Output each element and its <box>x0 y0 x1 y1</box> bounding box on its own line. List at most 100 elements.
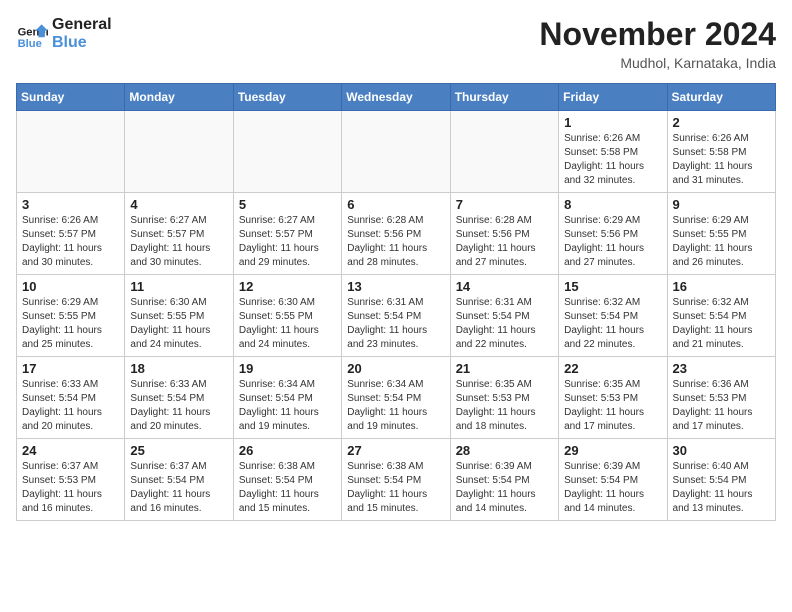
calendar-cell: 4 Sunrise: 6:27 AMSunset: 5:57 PMDaylight… <box>125 193 233 275</box>
calendar-cell: 21 Sunrise: 6:35 AMSunset: 5:53 PMDayligh… <box>450 357 558 439</box>
calendar-cell: 27 Sunrise: 6:38 AMSunset: 5:54 PMDayligh… <box>342 439 450 521</box>
calendar-cell <box>125 111 233 193</box>
cell-info: Sunrise: 6:31 AMSunset: 5:54 PMDaylight:… <box>347 296 444 352</box>
cell-info: Sunrise: 6:37 AMSunset: 5:54 PMDaylight:… <box>130 460 227 516</box>
day-number: 1 <box>564 115 661 130</box>
title-block: November 2024 Mudhol, Karnataka, India <box>539 16 776 71</box>
day-number: 13 <box>347 279 444 294</box>
page-header: General Blue General Blue November 2024 … <box>16 16 776 71</box>
calendar-cell: 8 Sunrise: 6:29 AMSunset: 5:56 PMDaylight… <box>559 193 667 275</box>
logo-general: General <box>52 16 112 34</box>
calendar-cell: 3Sunrise: 6:26 AMSunset: 5:57 PMDaylight… <box>17 193 125 275</box>
calendar-cell <box>17 111 125 193</box>
calendar-cell: 7Sunrise: 6:28 AMSunset: 5:56 PMDaylight… <box>450 193 558 275</box>
cell-info: Sunrise: 6:35 AMSunset: 5:53 PMDaylight:… <box>564 378 661 434</box>
day-number: 10 <box>22 279 119 294</box>
calendar-cell: 20 Sunrise: 6:34 AMSunset: 5:54 PMDayligh… <box>342 357 450 439</box>
day-number: 17 <box>22 361 119 376</box>
calendar-cell: 22 Sunrise: 6:35 AMSunset: 5:53 PMDayligh… <box>559 357 667 439</box>
day-number: 18 <box>130 361 227 376</box>
calendar-cell: 14 Sunrise: 6:31 AMSunset: 5:54 PMDayligh… <box>450 275 558 357</box>
logo-blue: Blue <box>52 34 112 52</box>
calendar-cell: 17 Sunrise: 6:33 AMSunset: 5:54 PMDayligh… <box>17 357 125 439</box>
day-number: 19 <box>239 361 336 376</box>
logo: General Blue General Blue <box>16 16 112 51</box>
location-text: Mudhol, Karnataka, India <box>539 55 776 71</box>
cell-info: Sunrise: 6:39 AMSunset: 5:54 PMDaylight:… <box>564 460 661 516</box>
day-number: 8 <box>564 197 661 212</box>
weekday-header-tuesday: Tuesday <box>233 84 341 111</box>
weekday-header-friday: Friday <box>559 84 667 111</box>
calendar-cell: 13 Sunrise: 6:31 AMSunset: 5:54 PMDayligh… <box>342 275 450 357</box>
day-number: 21 <box>456 361 553 376</box>
calendar-cell: 6Sunrise: 6:28 AMSunset: 5:56 PMDaylight… <box>342 193 450 275</box>
day-number: 11 <box>130 279 227 294</box>
svg-text:Blue: Blue <box>18 37 42 49</box>
day-number: 26 <box>239 443 336 458</box>
calendar-week-2: 3Sunrise: 6:26 AMSunset: 5:57 PMDaylight… <box>17 193 776 275</box>
cell-info: Sunrise: 6:32 AMSunset: 5:54 PMDaylight:… <box>673 296 770 352</box>
calendar-cell: 19Sunrise: 6:34 AMSunset: 5:54 PMDayligh… <box>233 357 341 439</box>
calendar-table: SundayMondayTuesdayWednesdayThursdayFrid… <box>16 83 776 521</box>
cell-info: Sunrise: 6:27 AMSunset: 5:57 PMDaylight:… <box>239 214 336 270</box>
weekday-header-wednesday: Wednesday <box>342 84 450 111</box>
day-number: 12 <box>239 279 336 294</box>
calendar-cell: 2Sunrise: 6:26 AMSunset: 5:58 PMDaylight… <box>667 111 775 193</box>
calendar-week-3: 10Sunrise: 6:29 AMSunset: 5:55 PMDayligh… <box>17 275 776 357</box>
day-number: 30 <box>673 443 770 458</box>
calendar-cell: 9Sunrise: 6:29 AMSunset: 5:55 PMDaylight… <box>667 193 775 275</box>
day-number: 23 <box>673 361 770 376</box>
day-number: 28 <box>456 443 553 458</box>
logo-icon: General Blue <box>16 18 48 50</box>
day-number: 20 <box>347 361 444 376</box>
cell-info: Sunrise: 6:35 AMSunset: 5:53 PMDaylight:… <box>456 378 553 434</box>
weekday-header-monday: Monday <box>125 84 233 111</box>
calendar-cell: 26 Sunrise: 6:38 AMSunset: 5:54 PMDayligh… <box>233 439 341 521</box>
cell-info: Sunrise: 6:38 AMSunset: 5:54 PMDaylight:… <box>347 460 444 516</box>
calendar-cell: 15 Sunrise: 6:32 AMSunset: 5:54 PMDayligh… <box>559 275 667 357</box>
calendar-cell: 12 Sunrise: 6:30 AMSunset: 5:55 PMDayligh… <box>233 275 341 357</box>
day-number: 15 <box>564 279 661 294</box>
day-number: 22 <box>564 361 661 376</box>
calendar-week-4: 17 Sunrise: 6:33 AMSunset: 5:54 PMDayligh… <box>17 357 776 439</box>
cell-info: Sunrise: 6:30 AMSunset: 5:55 PMDaylight:… <box>239 296 336 352</box>
calendar-cell: 10Sunrise: 6:29 AMSunset: 5:55 PMDayligh… <box>17 275 125 357</box>
calendar-cell <box>450 111 558 193</box>
cell-info: Sunrise: 6:28 AMSunset: 5:56 PMDaylight:… <box>456 214 553 270</box>
cell-info: Sunrise: 6:29 AMSunset: 5:56 PMDaylight:… <box>564 214 661 270</box>
cell-info: Sunrise: 6:36 AMSunset: 5:53 PMDaylight:… <box>673 378 770 434</box>
day-number: 27 <box>347 443 444 458</box>
day-number: 29 <box>564 443 661 458</box>
calendar-cell: 30 Sunrise: 6:40 AMSunset: 5:54 PMDayligh… <box>667 439 775 521</box>
cell-info: Sunrise: 6:26 AMSunset: 5:58 PMDaylight:… <box>673 132 770 188</box>
calendar-cell: 18 Sunrise: 6:33 AMSunset: 5:54 PMDayligh… <box>125 357 233 439</box>
weekday-header-saturday: Saturday <box>667 84 775 111</box>
cell-info: Sunrise: 6:32 AMSunset: 5:54 PMDaylight:… <box>564 296 661 352</box>
day-number: 4 <box>130 197 227 212</box>
calendar-week-5: 24Sunrise: 6:37 AMSunset: 5:53 PMDayligh… <box>17 439 776 521</box>
cell-info: Sunrise: 6:27 AMSunset: 5:57 PMDaylight:… <box>130 214 227 270</box>
calendar-cell: 1 Sunrise: 6:26 AMSunset: 5:58 PMDaylight… <box>559 111 667 193</box>
cell-info: Sunrise: 6:40 AMSunset: 5:54 PMDaylight:… <box>673 460 770 516</box>
cell-info: Sunrise: 6:33 AMSunset: 5:54 PMDaylight:… <box>130 378 227 434</box>
cell-info: Sunrise: 6:33 AMSunset: 5:54 PMDaylight:… <box>22 378 119 434</box>
day-number: 14 <box>456 279 553 294</box>
cell-info: Sunrise: 6:39 AMSunset: 5:54 PMDaylight:… <box>456 460 553 516</box>
day-number: 25 <box>130 443 227 458</box>
day-number: 24 <box>22 443 119 458</box>
weekday-header-row: SundayMondayTuesdayWednesdayThursdayFrid… <box>17 84 776 111</box>
calendar-cell: 16Sunrise: 6:32 AMSunset: 5:54 PMDayligh… <box>667 275 775 357</box>
cell-info: Sunrise: 6:34 AMSunset: 5:54 PMDaylight:… <box>347 378 444 434</box>
cell-info: Sunrise: 6:28 AMSunset: 5:56 PMDaylight:… <box>347 214 444 270</box>
cell-info: Sunrise: 6:31 AMSunset: 5:54 PMDaylight:… <box>456 296 553 352</box>
calendar-cell <box>233 111 341 193</box>
calendar-cell: 25 Sunrise: 6:37 AMSunset: 5:54 PMDayligh… <box>125 439 233 521</box>
cell-info: Sunrise: 6:38 AMSunset: 5:54 PMDaylight:… <box>239 460 336 516</box>
cell-info: Sunrise: 6:26 AMSunset: 5:58 PMDaylight:… <box>564 132 661 188</box>
calendar-cell: 23 Sunrise: 6:36 AMSunset: 5:53 PMDayligh… <box>667 357 775 439</box>
weekday-header-thursday: Thursday <box>450 84 558 111</box>
day-number: 9 <box>673 197 770 212</box>
day-number: 5 <box>239 197 336 212</box>
cell-info: Sunrise: 6:26 AMSunset: 5:57 PMDaylight:… <box>22 214 119 270</box>
calendar-week-1: 1 Sunrise: 6:26 AMSunset: 5:58 PMDaylight… <box>17 111 776 193</box>
